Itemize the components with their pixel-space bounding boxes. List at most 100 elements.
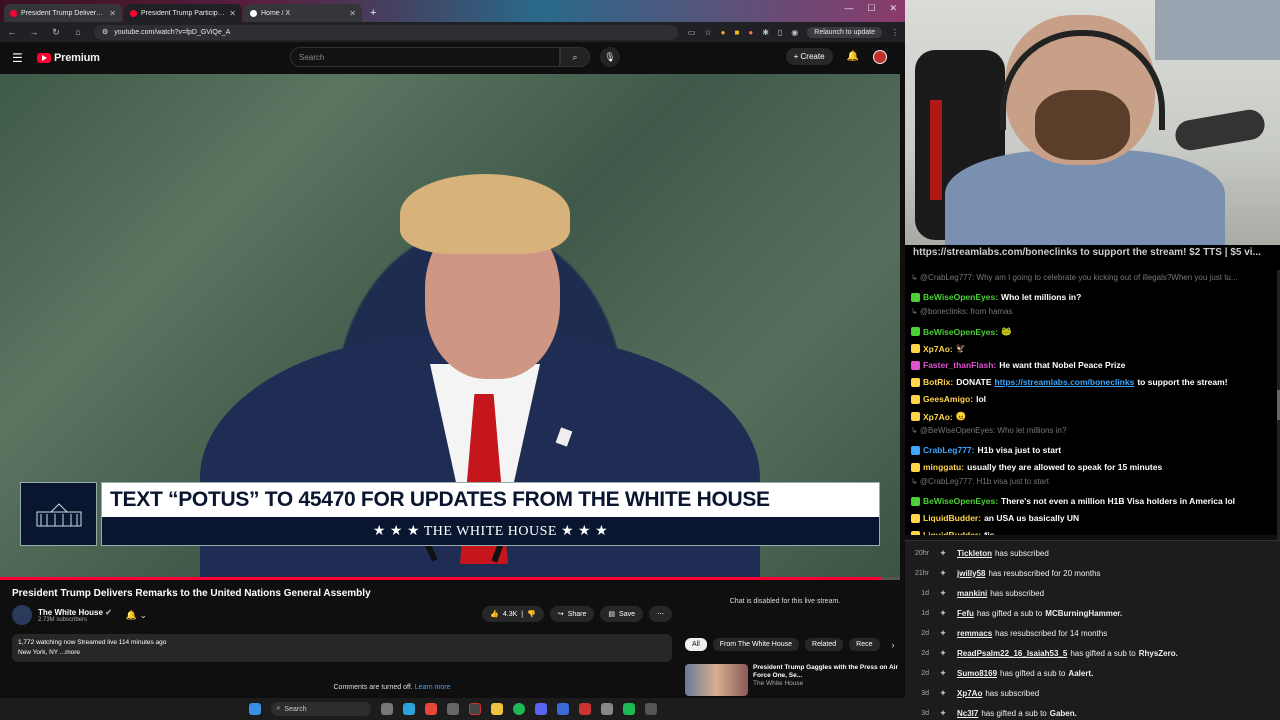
chat-link[interactable]: https://streamlabs.com/boneclinks xyxy=(995,377,1135,387)
app-icon[interactable] xyxy=(446,703,459,715)
create-button[interactable]: + Create xyxy=(785,48,833,65)
chrome-icon[interactable] xyxy=(424,703,437,715)
save-button[interactable]: ▤ Save xyxy=(600,606,643,622)
cast-icon[interactable]: ▭ xyxy=(688,28,696,37)
recommended-video[interactable]: President Trump Gaggles with the Press o… xyxy=(685,664,900,696)
like-button[interactable]: 👍 4.3K | 👎 xyxy=(482,606,544,622)
search-input[interactable]: Search xyxy=(290,47,560,67)
banner-link[interactable]: https://streamlabs.com/boneclinks xyxy=(913,247,1078,258)
chat-username[interactable]: minggatu: xyxy=(923,462,964,472)
thumbs-down-icon[interactable]: 👎 xyxy=(527,610,536,618)
taskbar-search[interactable]: ⌕ Search xyxy=(270,702,371,716)
close-icon[interactable]: ✕ xyxy=(109,9,116,18)
channel-info: The White House ✔ 2.73M subscribers xyxy=(38,608,112,623)
profile-icon[interactable]: ◉ xyxy=(791,28,798,37)
chat-username[interactable]: BeWiseOpenEyes: xyxy=(923,327,998,337)
search-button[interactable]: ⌕ xyxy=(560,47,590,67)
chat-username[interactable]: LiquidBudder: xyxy=(923,513,981,523)
event-time: 2d xyxy=(921,629,929,637)
event-username[interactable]: ReadPsalm22_16_Isaiah53_5 xyxy=(957,649,1067,658)
minimize-icon[interactable]: — xyxy=(844,3,853,14)
spotify-icon[interactable] xyxy=(512,703,525,715)
video-progress-bar[interactable] xyxy=(0,577,900,580)
share-button[interactable]: ↪ Share xyxy=(549,606,595,622)
windows-start-icon[interactable] xyxy=(248,703,261,715)
channel-avatar[interactable] xyxy=(12,605,32,625)
event-text: has subscribed xyxy=(990,588,1045,598)
chevron-right-icon[interactable]: › xyxy=(892,640,895,650)
chip-related[interactable]: Related xyxy=(805,638,844,651)
extension-icon[interactable]: ● xyxy=(721,28,726,37)
app-icon[interactable] xyxy=(578,703,591,715)
app-icon[interactable] xyxy=(556,703,569,715)
chat-username[interactable]: Xp7Ao: xyxy=(923,344,953,354)
user-badge-icon xyxy=(911,292,920,302)
event-username[interactable]: Tickleton xyxy=(957,549,992,558)
channel-name[interactable]: The White House ✔ xyxy=(38,608,112,617)
account-avatar[interactable] xyxy=(873,49,887,64)
close-window-icon[interactable]: ✕ xyxy=(889,3,897,14)
new-tab-button[interactable]: + xyxy=(364,4,382,22)
chat-username[interactable]: CrabLeg777: xyxy=(923,445,975,455)
chip-from-channel[interactable]: From The White House xyxy=(712,638,800,651)
close-icon[interactable]: ✕ xyxy=(349,9,356,18)
learn-more-link[interactable]: Learn more xyxy=(415,684,451,691)
sidebar-icon[interactable]: ▯ xyxy=(778,28,782,37)
event-username[interactable]: remmacs xyxy=(957,629,992,638)
star-icon[interactable]: ☆ xyxy=(704,28,711,37)
hamburger-menu-icon[interactable]: ☰ xyxy=(12,51,32,65)
tab-label: President Trump Delivers Re xyxy=(21,9,106,17)
app-icon[interactable] xyxy=(622,703,635,715)
chat-username[interactable]: BotRix: xyxy=(923,377,953,387)
address-bar[interactable]: ⚙ youtube.com/watch?v=fpD_GViQe_A xyxy=(94,24,678,40)
chip-all[interactable]: All xyxy=(685,638,707,651)
chat-username[interactable]: Faster_thanFlash: xyxy=(923,360,996,370)
event-username[interactable]: Fefu xyxy=(957,609,974,618)
browser-tab-3[interactable]: Home / X ✕ xyxy=(244,4,362,22)
voice-search-button[interactable]: 🎙 xyxy=(600,47,620,67)
close-icon[interactable]: ✕ xyxy=(229,9,236,18)
event-username[interactable]: Sumo8169 xyxy=(957,669,997,678)
youtube-header: ☰ Premium Search ⌕ 🎙 + Create 🔔 xyxy=(0,42,905,74)
reload-icon[interactable]: ↻ xyxy=(50,27,62,38)
puzzle-icon[interactable]: ✱ xyxy=(762,28,769,37)
more-actions-button[interactable]: ⋯ xyxy=(649,606,672,622)
task-view-icon[interactable] xyxy=(380,703,393,715)
app-icon[interactable] xyxy=(600,703,613,715)
site-info-icon[interactable]: ⚙ xyxy=(102,28,108,36)
chat-username[interactable]: GeesAmigo: xyxy=(923,394,973,404)
extension-icon[interactable]: ● xyxy=(748,28,753,37)
youtube-logo[interactable]: Premium xyxy=(37,52,100,64)
app-icon[interactable] xyxy=(644,703,657,715)
chat-username[interactable]: LiquidBudder: xyxy=(923,530,981,535)
relaunch-button[interactable]: Relaunch to update xyxy=(807,26,882,38)
user-badge-icon xyxy=(911,327,920,336)
chip-recent[interactable]: Rece xyxy=(849,638,880,651)
event-username[interactable]: jwilly58 xyxy=(957,569,985,578)
chat-username[interactable]: Xp7Ao: xyxy=(923,412,953,422)
event-time: 21hr xyxy=(914,569,929,577)
chat-username[interactable]: BeWiseOpenEyes: xyxy=(923,292,998,302)
extension-icon[interactable]: ■ xyxy=(735,28,740,37)
home-icon[interactable]: ⌂ xyxy=(72,27,84,37)
event-username[interactable]: mankini xyxy=(957,589,987,598)
notifications-bell-icon[interactable]: 🔔 xyxy=(847,51,859,62)
chat-username[interactable]: BeWiseOpenEyes: xyxy=(923,496,998,506)
forward-icon[interactable]: → xyxy=(28,27,40,37)
recommended-thumbnail[interactable] xyxy=(685,664,749,696)
maximize-icon[interactable]: ☐ xyxy=(867,3,875,14)
app-icon[interactable] xyxy=(534,703,547,715)
event-username[interactable]: Xp7Ao xyxy=(957,689,982,698)
menu-dots-icon[interactable]: ⋮ xyxy=(891,28,899,37)
description-box[interactable]: 1,772 watching now Streamed live 114 min… xyxy=(12,634,672,662)
event-text: has gifted a sub to xyxy=(981,708,1047,718)
edge-icon[interactable] xyxy=(402,703,415,715)
browser-tab-2[interactable]: President Trump Participates in ✕ xyxy=(124,4,242,22)
subscribed-bell-button[interactable]: 🔔 ⌄ xyxy=(126,610,147,621)
event-username[interactable]: Nc3l7 xyxy=(957,709,978,718)
browser-tab-1[interactable]: President Trump Delivers Re ✕ xyxy=(4,4,122,22)
obs-icon[interactable] xyxy=(468,703,481,715)
back-icon[interactable]: ← xyxy=(6,27,18,37)
explorer-icon[interactable] xyxy=(490,703,503,715)
video-player[interactable]: TEXT “POTUS” TO 45470 FOR UPDATES FROM T… xyxy=(0,74,900,580)
